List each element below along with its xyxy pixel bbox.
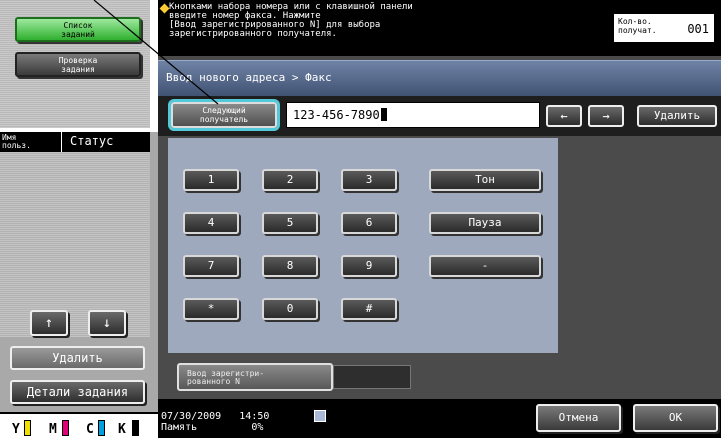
check-job-button[interactable]: Проверка задания [15, 52, 141, 77]
left-panel: Список заданий Проверка задания Имя поль… [0, 0, 158, 438]
cursor-right-button[interactable]: → [588, 105, 624, 127]
breadcrumb-text: Ввод нового адреса > Факс [166, 71, 332, 84]
job-details-button[interactable]: Детали задания [10, 380, 145, 404]
key-hash[interactable]: # [341, 298, 397, 320]
toner-label-k: K [118, 422, 126, 437]
arrow-down-icon: ↓ [102, 315, 112, 331]
toner-level-k-icon [132, 420, 139, 436]
job-delete-button[interactable]: Удалить [10, 346, 145, 370]
delete-digit-button[interactable]: Удалить [637, 105, 717, 127]
network-icon [314, 410, 326, 422]
key-6[interactable]: 6 [341, 212, 397, 234]
main-panel: Ввод нового адреса > Факс Следующий полу… [158, 56, 721, 399]
toner-label-m: M [49, 422, 57, 437]
registered-recipient-button[interactable]: Ввод зарегистри- рованного N [177, 363, 333, 391]
job-list-header: Имя польз. Статус [0, 132, 150, 152]
column-user-name: Имя польз. [0, 132, 62, 152]
toner-label-c: C [86, 422, 94, 437]
column-status: Статус [70, 134, 114, 148]
dash-button[interactable]: - [429, 255, 541, 277]
toner-label-y: Y [12, 422, 20, 437]
toner-level-y-icon [24, 420, 31, 436]
key-9[interactable]: 9 [341, 255, 397, 277]
key-1[interactable]: 1 [183, 169, 239, 191]
arrow-left-icon: ← [560, 109, 568, 123]
next-recipient-button[interactable]: Следующий получатель [171, 102, 277, 128]
job-list-button[interactable]: Список заданий [15, 17, 141, 42]
recipient-count-label: Кол-во. получат. [618, 17, 657, 35]
breadcrumb: Ввод нового адреса > Факс [158, 60, 721, 96]
pause-button[interactable]: Пауза [429, 212, 541, 234]
scroll-up-button[interactable]: ↑ [30, 310, 68, 336]
recipient-count-value: 001 [687, 22, 709, 36]
ok-button[interactable]: OK [633, 404, 718, 432]
fax-number-field[interactable]: 123-456-7890 [286, 102, 540, 128]
key-7[interactable]: 7 [183, 255, 239, 277]
instruction-message: Кнопками набора номера или с клавишной п… [169, 2, 413, 39]
arrow-right-icon: → [602, 109, 610, 123]
time-text: 14:50 [239, 411, 270, 422]
key-4[interactable]: 4 [183, 212, 239, 234]
arrow-up-icon: ↑ [44, 315, 54, 331]
fax-entry-row: Следующий получатель 123-456-7890 ← → Уд… [158, 96, 721, 136]
toner-status: Y M C K [0, 412, 158, 438]
key-0[interactable]: 0 [262, 298, 318, 320]
job-list[interactable] [0, 152, 150, 337]
toner-level-m-icon [62, 420, 69, 436]
text-cursor [380, 108, 387, 121]
key-8[interactable]: 8 [262, 255, 318, 277]
key-star[interactable]: * [183, 298, 239, 320]
key-3[interactable]: 3 [341, 169, 397, 191]
toner-level-c-icon [98, 420, 105, 436]
keypad-area: 1 2 3 Тон 4 5 6 Пауза 7 8 9 - * 0 # [168, 138, 558, 353]
status-bar: 07/30/2009 14:50 Память 0% Отмена OK [158, 399, 721, 438]
tone-button[interactable]: Тон [429, 169, 541, 191]
info-icon [159, 3, 170, 14]
recipient-count-box: Кол-во. получат. 001 [613, 13, 715, 43]
message-bar: Кнопками набора номера или с клавишной п… [158, 0, 721, 56]
key-5[interactable]: 5 [262, 212, 318, 234]
cancel-button[interactable]: Отмена [536, 404, 621, 432]
memory-value: 0% [251, 422, 264, 433]
date-time-memory: 07/30/2009 14:50 Память 0% [161, 411, 269, 433]
scroll-down-button[interactable]: ↓ [88, 310, 126, 336]
cursor-left-button[interactable]: ← [546, 105, 582, 127]
memory-label: Память [161, 422, 198, 433]
date-text: 07/30/2009 [161, 411, 222, 422]
registered-number-field [333, 365, 411, 389]
fax-number-value: 123-456-7890 [293, 108, 380, 122]
key-2[interactable]: 2 [262, 169, 318, 191]
